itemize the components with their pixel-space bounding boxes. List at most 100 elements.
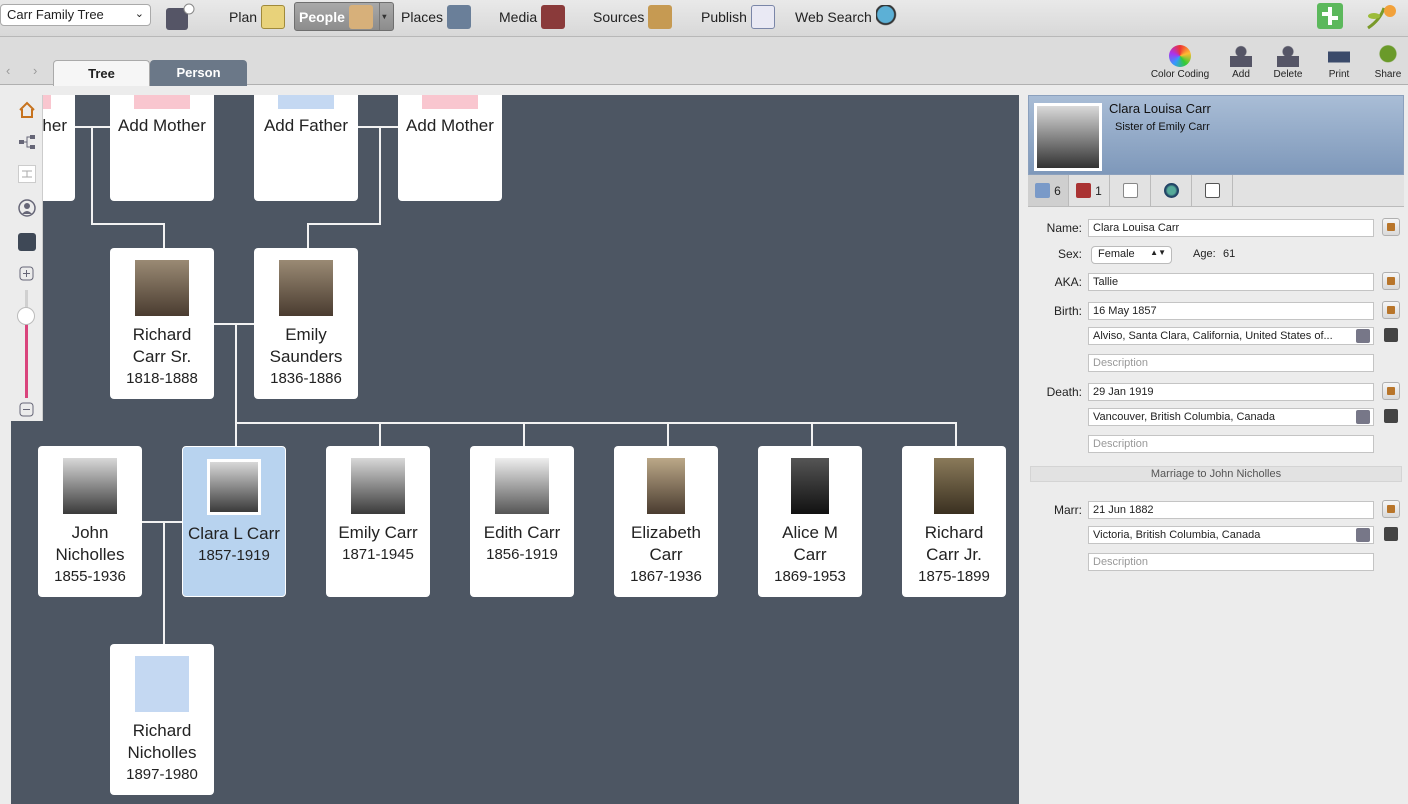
person-card[interactable]: Emily Saunders 1836-1886 <box>254 248 358 399</box>
person-card[interactable]: Richard Carr Jr. 1875-1899 <box>902 446 1006 597</box>
nav-web-search[interactable]: Web Search <box>795 2 900 31</box>
person-view-icon[interactable] <box>18 199 36 217</box>
map-icon[interactable] <box>1384 328 1398 342</box>
marriage-place-field[interactable]: Victoria, British Columbia, Canada <box>1088 526 1374 544</box>
web-search-icon <box>875 4 900 29</box>
tab-facts[interactable]: 6 <box>1028 175 1069 206</box>
person-portrait[interactable] <box>1034 103 1102 171</box>
add-button[interactable]: Add <box>1226 45 1256 80</box>
silhouette-icon <box>422 95 478 109</box>
birth-date-field[interactable]: 16 May 1857 <box>1088 302 1374 320</box>
person-relationship: Sister of Emily Carr <box>1115 121 1210 133</box>
tab-tree[interactable]: Tree <box>53 60 150 86</box>
color-coding-button[interactable]: Color Coding <box>1150 45 1210 80</box>
person-card[interactable]: Edith Carr 1856-1919 <box>470 446 574 597</box>
person-photo <box>495 458 549 514</box>
person-card[interactable]: Elizabeth Carr 1867-1936 <box>614 446 718 597</box>
share-button[interactable]: Share <box>1373 45 1403 80</box>
tree-sync-icon[interactable] <box>163 2 195 32</box>
person-card[interactable]: Emily Carr 1871-1945 <box>326 446 430 597</box>
delete-button[interactable]: Delete <box>1271 45 1305 80</box>
zoom-slider-handle[interactable] <box>17 307 35 325</box>
connector-line <box>667 422 669 447</box>
person-card-selected[interactable]: Clara L Carr 1857-1919 <box>182 446 286 597</box>
death-place-field[interactable]: Vancouver, British Columbia, Canada <box>1088 408 1374 426</box>
person-photo <box>791 458 829 514</box>
add-mother-card[interactable]: Add Mother <box>110 95 214 201</box>
marriage-date-field[interactable]: 21 Jun 1882 <box>1088 501 1374 519</box>
person-card[interactable]: John Nicholles 1855-1936 <box>38 446 142 597</box>
person-photo <box>647 458 685 514</box>
tab-notes[interactable] <box>1192 175 1233 206</box>
place-pin-icon[interactable] <box>1356 410 1370 424</box>
aka-field[interactable]: Tallie <box>1088 273 1374 291</box>
connector-line <box>811 422 813 447</box>
sex-select[interactable]: Female ▲▼ <box>1091 246 1172 264</box>
tree-selector[interactable]: Carr Family Tree ⌄ <box>0 4 151 26</box>
nav-plan-label: Plan <box>229 8 258 25</box>
add-fact-icon[interactable] <box>1382 218 1400 236</box>
add-fact-icon[interactable] <box>1382 301 1400 319</box>
person-photo <box>351 458 405 514</box>
nav-sources[interactable]: Sources <box>593 2 673 31</box>
sources-icon <box>1076 183 1092 198</box>
people-dropdown-icon[interactable]: ▾ <box>378 3 389 30</box>
person-card[interactable]: Alice M Carr 1869-1953 <box>758 446 862 597</box>
connector-line <box>91 223 164 225</box>
birth-description-field[interactable]: Description <box>1088 354 1374 372</box>
tab-sources[interactable]: 1 <box>1069 175 1110 206</box>
forward-arrow-icon[interactable]: › <box>33 63 37 78</box>
place-pin-icon[interactable] <box>1356 329 1370 343</box>
pedigree-view-icon[interactable] <box>18 133 36 151</box>
nav-publish-label: Publish <box>701 8 747 25</box>
death-date-field[interactable]: 29 Jan 1919 <box>1088 383 1374 401</box>
zoom-in-icon[interactable] <box>18 265 36 283</box>
family-view-icon[interactable] <box>18 165 36 183</box>
connector-line <box>523 422 525 447</box>
add-mother-card[interactable]: Add Mother <box>398 95 502 201</box>
person-detail-panel: Clara Louisa Carr Sister of Emily Carr 6… <box>1028 95 1404 804</box>
ancestry-leaf-icon[interactable] <box>1364 2 1398 32</box>
publish-icon <box>750 4 775 29</box>
place-pin-icon[interactable] <box>1356 528 1370 542</box>
nav-plan[interactable]: Plan <box>229 2 286 31</box>
connector-line <box>235 422 957 424</box>
facts-icon <box>1035 183 1051 198</box>
person-card[interactable]: Richard Nicholles 1897-1980 <box>110 644 214 795</box>
name-field[interactable]: Clara Louisa Carr <box>1088 219 1374 237</box>
delete-person-icon <box>1277 45 1299 67</box>
nav-publish[interactable]: Publish <box>701 2 775 31</box>
nav-sources-label: Sources <box>593 8 645 25</box>
print-button[interactable]: Print <box>1325 45 1353 80</box>
people-icon <box>348 4 373 29</box>
zoom-out-icon[interactable] <box>18 401 36 419</box>
birth-place-field[interactable]: Alviso, Santa Clara, California, United … <box>1088 327 1374 345</box>
back-arrow-icon[interactable]: ‹ <box>6 63 10 78</box>
tab-person[interactable]: Person <box>150 60 247 86</box>
tab-media[interactable] <box>1110 175 1151 206</box>
nav-places[interactable]: Places <box>401 2 472 31</box>
tab-web[interactable] <box>1151 175 1192 206</box>
map-icon[interactable] <box>1384 409 1398 423</box>
death-description-field[interactable]: Description <box>1088 435 1374 453</box>
tree-canvas[interactable]: ther Add Mother Add Father Add Mother Ri… <box>11 95 1019 804</box>
nav-people[interactable]: People ▾ <box>294 2 394 31</box>
nav-media[interactable]: Media <box>499 2 566 31</box>
connector-line <box>379 422 381 447</box>
background-color-icon[interactable] <box>18 233 36 251</box>
marriage-header[interactable]: Marriage to John Nicholles <box>1030 466 1402 482</box>
add-fact-icon[interactable] <box>1382 382 1400 400</box>
zoom-slider-fill <box>25 315 28 398</box>
birth-label: Birth: <box>1053 304 1082 318</box>
person-card[interactable]: Richard Carr Sr. 1818-1888 <box>110 248 214 399</box>
connector-line <box>307 223 309 248</box>
media-icon <box>541 4 566 29</box>
familysearch-icon[interactable] <box>1317 3 1343 29</box>
marriage-description-field[interactable]: Description <box>1088 553 1374 571</box>
add-father-card[interactable]: Add Father <box>254 95 358 201</box>
home-icon[interactable] <box>18 101 36 119</box>
add-fact-icon[interactable] <box>1382 500 1400 518</box>
add-fact-icon[interactable] <box>1382 272 1400 290</box>
copy-icon <box>1122 183 1138 198</box>
map-icon[interactable] <box>1384 527 1398 541</box>
